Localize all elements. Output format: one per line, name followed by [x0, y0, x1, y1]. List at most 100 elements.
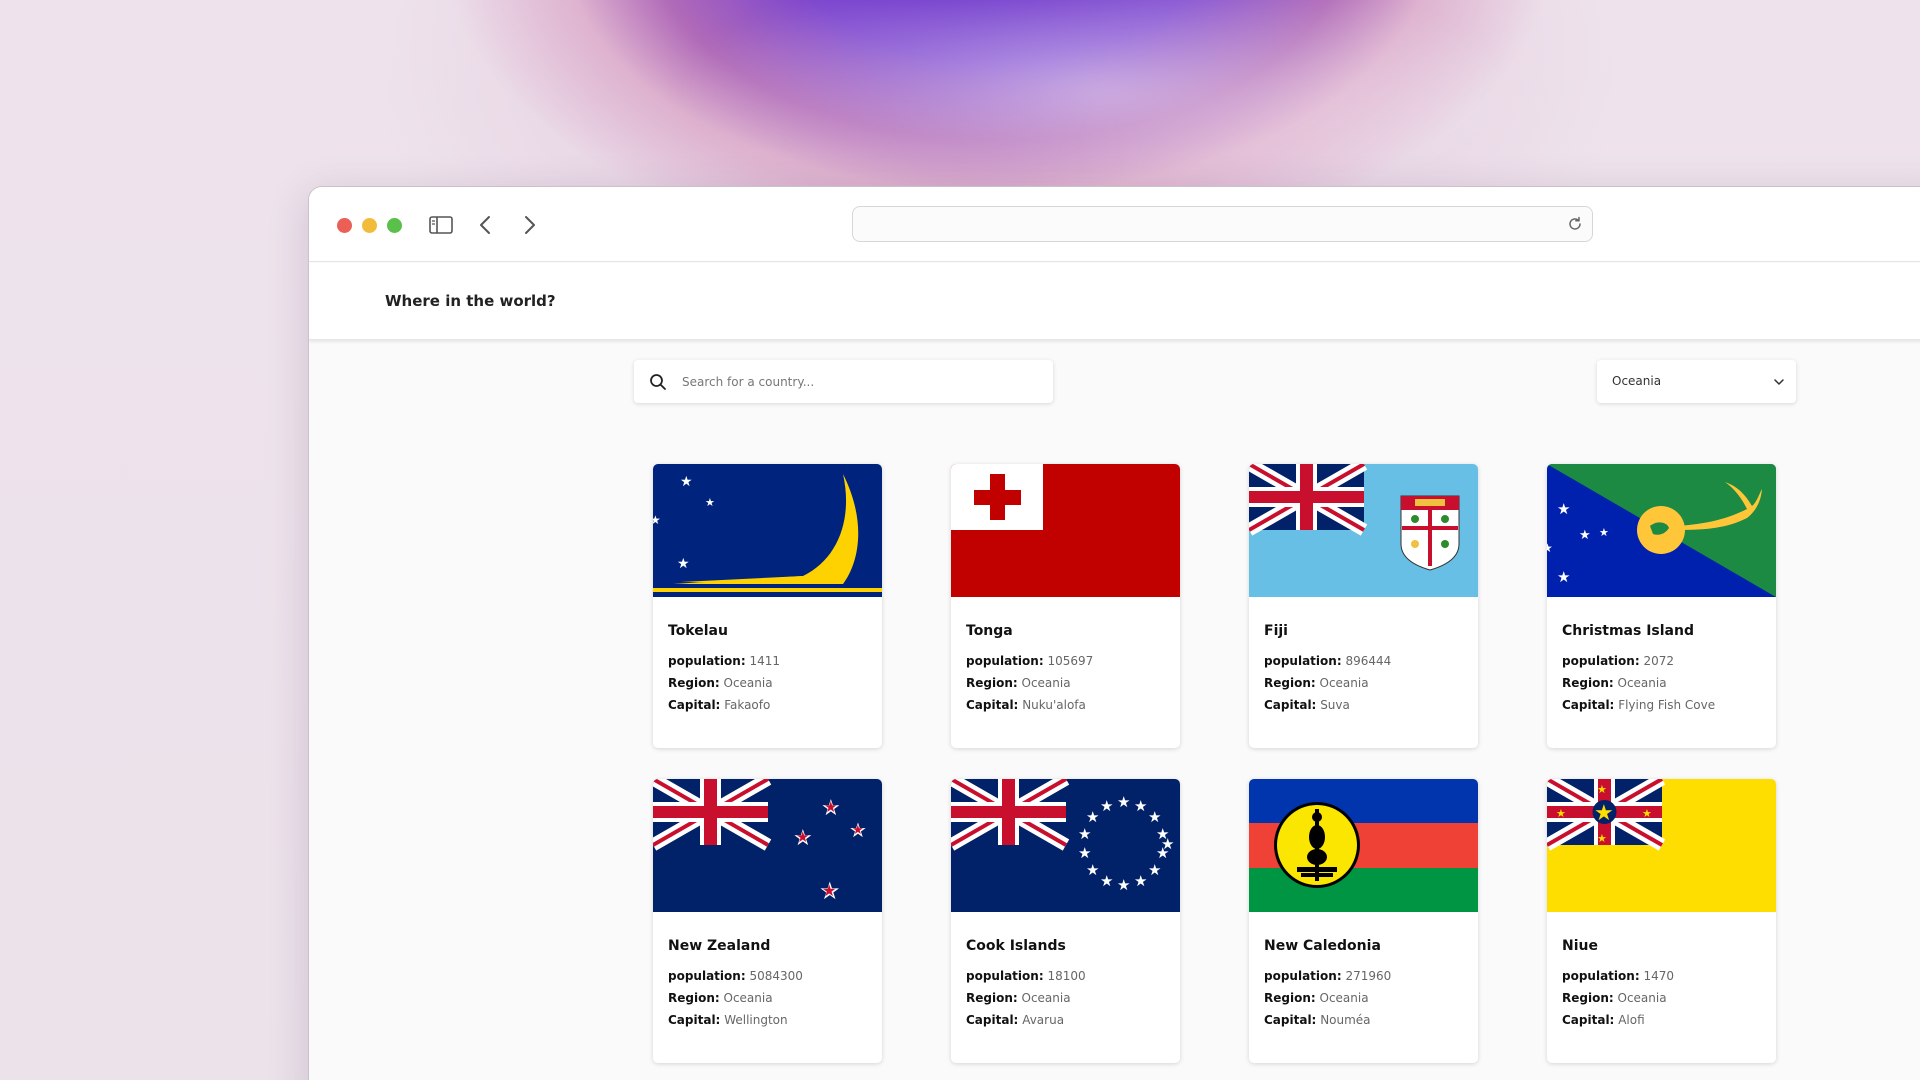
- maximize-window-button[interactable]: [387, 218, 402, 233]
- svg-text:★: ★: [1579, 528, 1591, 543]
- cook-islands-flag-icon: ★ ★★ ★★★ ★★★ ★★★ ★★★: [951, 779, 1180, 912]
- svg-text:★: ★: [852, 823, 864, 838]
- svg-text:★: ★: [1597, 832, 1607, 845]
- fiji-flag-icon: [1249, 464, 1478, 597]
- minimize-window-button[interactable]: [362, 218, 377, 233]
- svg-text:★: ★: [1086, 861, 1099, 879]
- population-value: 271960: [1345, 969, 1392, 983]
- capital-value: Alofi: [1618, 1013, 1645, 1027]
- niue-flag-icon: ★ ★ ★ ★ ★: [1547, 779, 1776, 912]
- region-value: Oceania: [1319, 676, 1369, 690]
- population-value: 896444: [1345, 654, 1392, 668]
- country-card[interactable]: ★ ★ ★ ★ ★ ★ ★ ★ New Zealand population: 5084…: [653, 779, 882, 1063]
- population-label: population:: [966, 654, 1044, 668]
- svg-text:★: ★: [796, 828, 809, 846]
- country-card[interactable]: New Caledonia population: 271960 Region:…: [1249, 779, 1478, 1063]
- country-card[interactable]: ★ ★ ★ ★ ★ Niue population: 1470 Region: …: [1547, 779, 1776, 1063]
- svg-text:★: ★: [1148, 808, 1161, 826]
- country-name: Niue: [1562, 938, 1598, 954]
- svg-text:★: ★: [1078, 825, 1091, 843]
- country-name: New Caledonia: [1264, 938, 1381, 954]
- reload-icon[interactable]: [1566, 215, 1584, 233]
- region-label: Region:: [1264, 991, 1316, 1005]
- region-value: Oceania: [1617, 676, 1667, 690]
- region-filter-dropdown[interactable]: Oceania: [1597, 360, 1796, 403]
- address-bar[interactable]: [852, 206, 1593, 242]
- svg-text:★: ★: [1117, 793, 1130, 811]
- browser-window: Where in the world? Oceania ★ ★ ★ ★ Toke…: [308, 186, 1920, 1080]
- population-label: population:: [1264, 969, 1342, 983]
- svg-text:★: ★: [1134, 872, 1147, 890]
- svg-text:★: ★: [1557, 568, 1570, 586]
- capital-label: Capital:: [966, 1013, 1019, 1027]
- region-value: Oceania: [1319, 991, 1369, 1005]
- svg-text:★: ★: [1547, 541, 1553, 555]
- svg-text:★: ★: [1594, 801, 1614, 826]
- svg-text:★: ★: [705, 496, 715, 509]
- svg-text:★: ★: [653, 513, 661, 527]
- search-input[interactable]: [682, 360, 1042, 403]
- new-zealand-flag-icon: ★★ ★★ ★★ ★★: [653, 779, 882, 912]
- svg-text:★: ★: [1100, 797, 1113, 815]
- population-value: 5084300: [749, 969, 803, 983]
- chevron-down-icon: [1774, 379, 1784, 385]
- region-label: Region:: [1562, 991, 1614, 1005]
- svg-text:★: ★: [680, 474, 693, 490]
- capital-label: Capital:: [1562, 698, 1615, 712]
- country-card[interactable]: ★ ★ ★ ★ ★ Christmas Island population: 2…: [1547, 464, 1776, 748]
- forward-arrow-icon[interactable]: [512, 207, 548, 243]
- population-value: 2072: [1643, 654, 1674, 668]
- back-arrow-icon[interactable]: [467, 207, 503, 243]
- population-label: population:: [1562, 654, 1640, 668]
- svg-text:★: ★: [1117, 876, 1130, 894]
- svg-text:★: ★: [1134, 797, 1147, 815]
- population-value: 1411: [749, 654, 780, 668]
- country-card[interactable]: ★ ★ ★ ★ Tokelau population: 1411 Region:…: [653, 464, 882, 748]
- svg-text:★: ★: [1086, 808, 1099, 826]
- region-value: Oceania: [1617, 991, 1667, 1005]
- country-card[interactable]: Fiji population: 896444 Region: Oceania …: [1249, 464, 1478, 748]
- region-label: Region:: [966, 991, 1018, 1005]
- country-name: Fiji: [1264, 623, 1288, 639]
- page-title: Where in the world?: [385, 292, 556, 310]
- region-value: Oceania: [1021, 676, 1071, 690]
- svg-text:★: ★: [1597, 783, 1607, 796]
- christmas-island-flag-icon: ★ ★ ★ ★ ★: [1547, 464, 1776, 597]
- country-name: New Zealand: [668, 938, 771, 954]
- population-label: population:: [1562, 969, 1640, 983]
- population-label: population:: [668, 654, 746, 668]
- capital-value: Avarua: [1022, 1013, 1065, 1027]
- country-card[interactable]: Tonga population: 105697 Region: Oceania…: [951, 464, 1180, 748]
- app-header: Where in the world?: [309, 263, 1920, 340]
- region-label: Region:: [966, 676, 1018, 690]
- capital-value: Flying Fish Cove: [1618, 698, 1716, 712]
- country-name: Christmas Island: [1562, 623, 1694, 639]
- region-label: Region:: [1562, 676, 1614, 690]
- capital-value: Wellington: [724, 1013, 788, 1027]
- svg-text:★: ★: [824, 798, 837, 816]
- population-value: 105697: [1047, 654, 1094, 668]
- capital-value: Suva: [1320, 698, 1350, 712]
- svg-text:★: ★: [1100, 872, 1113, 890]
- tonga-flag-icon: [951, 464, 1180, 597]
- svg-text:★: ★: [1556, 807, 1566, 820]
- capital-label: Capital:: [966, 698, 1019, 712]
- region-value: Oceania: [723, 676, 773, 690]
- region-value: Oceania: [723, 991, 773, 1005]
- country-card[interactable]: ★ ★ ★ ★ ★ ★ ★ ★ ★ ★ ★ ★ ★ ★ ★ Cook Islands populat…: [951, 779, 1180, 1063]
- sidebar-toggle-icon[interactable]: [423, 207, 459, 243]
- capital-label: Capital:: [1264, 698, 1317, 712]
- capital-label: Capital:: [668, 698, 721, 712]
- search-box[interactable]: [634, 360, 1053, 403]
- region-filter-selected: Oceania: [1612, 374, 1662, 388]
- capital-value: Nouméa: [1320, 1013, 1371, 1027]
- new-caledonia-flag-icon: [1249, 779, 1478, 912]
- region-label: Region:: [668, 991, 720, 1005]
- close-window-button[interactable]: [337, 218, 352, 233]
- population-label: population:: [668, 969, 746, 983]
- capital-label: Capital:: [1264, 1013, 1317, 1027]
- population-value: 1470: [1643, 969, 1674, 983]
- country-name: Cook Islands: [966, 938, 1066, 954]
- svg-text:★: ★: [677, 556, 690, 572]
- region-label: Region:: [1264, 676, 1316, 690]
